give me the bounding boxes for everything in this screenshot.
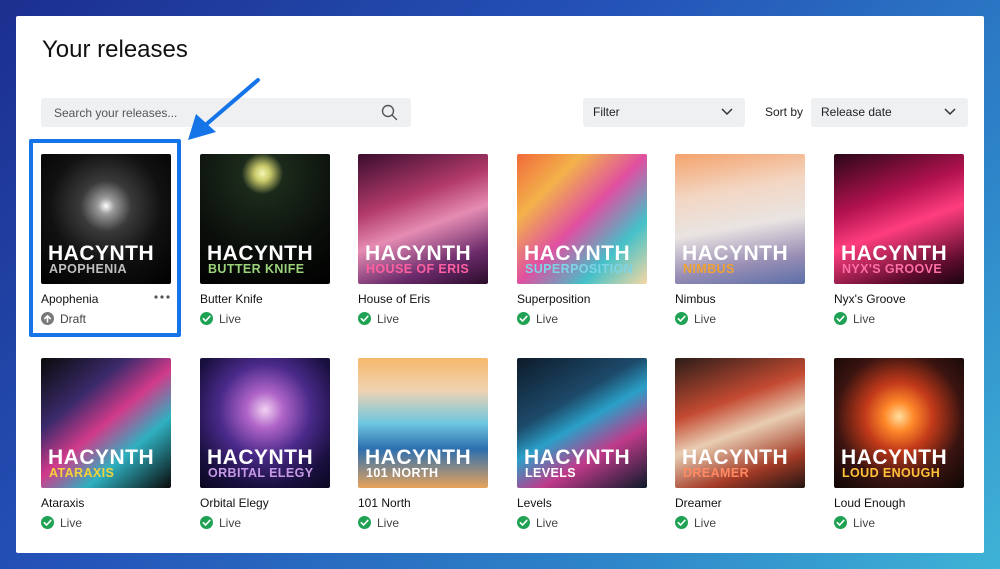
release-title[interactable]: Superposition: [517, 292, 590, 306]
release-artwork[interactable]: HACYNTH SUPERPOSITION: [517, 154, 647, 284]
release-title[interactable]: Nimbus: [675, 292, 716, 306]
release-card[interactable]: HACYNTH NYX'S GROOVE Nyx's Groove Live: [834, 154, 964, 329]
artwork-subtitle: BUTTER KNIFE: [208, 262, 305, 276]
chevron-down-icon: [944, 108, 956, 116]
artwork-brand: HACYNTH: [682, 242, 789, 265]
artwork-brand: HACYNTH: [841, 242, 948, 265]
release-card[interactable]: HACYNTH DREAMER Dreamer Live: [675, 358, 805, 533]
pointer-arrow-icon: [188, 78, 260, 140]
check-circle-icon: [517, 312, 530, 325]
release-title[interactable]: Levels: [517, 496, 552, 510]
artwork-brand: HACYNTH: [524, 446, 631, 469]
release-card[interactable]: HACYNTH ATARAXIS Ataraxis Live: [41, 358, 171, 533]
release-card[interactable]: HACYNTH ORBITAL ELEGY Orbital Elegy Live: [200, 358, 330, 533]
releases-panel: Your releases Filter Sort by Release dat…: [16, 16, 984, 553]
filter-dropdown[interactable]: Filter: [583, 98, 745, 127]
release-card[interactable]: HACYNTH NIMBUS Nimbus Live: [675, 154, 805, 329]
release-title[interactable]: 101 North: [358, 496, 411, 510]
check-circle-icon: [517, 516, 530, 529]
release-title[interactable]: Orbital Elegy: [200, 496, 269, 510]
status-label: Live: [536, 312, 559, 326]
artwork-brand: HACYNTH: [365, 446, 472, 469]
release-artwork[interactable]: HACYNTH HOUSE OF ERIS: [358, 154, 488, 284]
page-title: Your releases: [42, 36, 188, 63]
check-circle-icon: [834, 516, 847, 529]
release-card[interactable]: HACYNTH LEVELS Levels Live: [517, 358, 647, 533]
release-title[interactable]: House of Eris: [358, 292, 430, 306]
check-circle-icon: [358, 516, 371, 529]
release-artwork[interactable]: HACYNTH NIMBUS: [675, 154, 805, 284]
search-icon[interactable]: [381, 104, 398, 121]
sort-dropdown[interactable]: Release date: [811, 98, 968, 127]
check-circle-icon: [200, 516, 213, 529]
release-title[interactable]: Nyx's Groove: [834, 292, 906, 306]
check-circle-icon: [41, 516, 54, 529]
release-artwork[interactable]: HACYNTH BUTTER KNIFE: [200, 154, 330, 284]
status-label: Live: [377, 516, 400, 530]
status-label: Live: [853, 312, 876, 326]
sort-label: Sort by: [765, 105, 804, 119]
artwork-subtitle: ORBITAL ELEGY: [208, 466, 314, 480]
release-card[interactable]: HACYNTH BUTTER KNIFE Butter Knife Live: [200, 154, 330, 329]
sort-value: Release date: [821, 105, 892, 119]
artwork-subtitle: DREAMER: [683, 466, 749, 480]
check-circle-icon: [675, 516, 688, 529]
status-label: Live: [219, 516, 242, 530]
artwork-brand: HACYNTH: [48, 242, 155, 265]
more-options-icon[interactable]: [153, 292, 171, 302]
artwork-subtitle: ATARAXIS: [49, 466, 115, 480]
status-label: Draft: [60, 312, 87, 326]
status-label: Live: [694, 312, 717, 326]
release-title[interactable]: Loud Enough: [834, 496, 905, 510]
release-title[interactable]: Butter Knife: [200, 292, 263, 306]
status-label: Live: [377, 312, 400, 326]
upload-icon: [41, 312, 54, 325]
artwork-subtitle: NIMBUS: [683, 262, 735, 276]
artwork-subtitle: APOPHENIA: [49, 262, 127, 276]
status-label: Live: [60, 516, 83, 530]
check-circle-icon: [200, 312, 213, 325]
artwork-brand: HACYNTH: [48, 446, 155, 469]
artwork-subtitle: LEVELS: [525, 466, 577, 480]
release-artwork[interactable]: HACYNTH 101 NORTH: [358, 358, 488, 488]
status-label: Live: [853, 516, 876, 530]
release-artwork[interactable]: HACYNTH ORBITAL ELEGY: [200, 358, 330, 488]
release-card[interactable]: HACYNTH LOUD ENOUGH Loud Enough Live: [834, 358, 964, 533]
release-artwork[interactable]: HACYNTH LEVELS: [517, 358, 647, 488]
check-circle-icon: [358, 312, 371, 325]
check-circle-icon: [675, 312, 688, 325]
release-card[interactable]: HACYNTH SUPERPOSITION Superposition Live: [517, 154, 647, 329]
release-card[interactable]: HACYNTH APOPHENIA Apophenia Draft: [41, 154, 171, 329]
artwork-subtitle: HOUSE OF ERIS: [366, 262, 470, 276]
status-label: Live: [536, 516, 559, 530]
release-artwork[interactable]: HACYNTH NYX'S GROOVE: [834, 154, 964, 284]
status-label: Live: [694, 516, 717, 530]
artwork-subtitle: SUPERPOSITION: [525, 262, 633, 276]
status-label: Live: [219, 312, 242, 326]
release-artwork[interactable]: HACYNTH APOPHENIA: [41, 154, 171, 284]
artwork-brand: HACYNTH: [365, 242, 472, 265]
check-circle-icon: [834, 312, 847, 325]
release-title[interactable]: Apophenia: [41, 292, 98, 306]
release-card[interactable]: HACYNTH HOUSE OF ERIS House of Eris Live: [358, 154, 488, 329]
release-artwork[interactable]: HACYNTH ATARAXIS: [41, 358, 171, 488]
release-artwork[interactable]: HACYNTH LOUD ENOUGH: [834, 358, 964, 488]
release-card[interactable]: HACYNTH 101 NORTH 101 North Live: [358, 358, 488, 533]
artwork-subtitle: 101 NORTH: [366, 466, 439, 480]
artwork-brand: HACYNTH: [841, 446, 948, 469]
release-artwork[interactable]: HACYNTH DREAMER: [675, 358, 805, 488]
artwork-brand: HACYNTH: [524, 242, 631, 265]
artwork-subtitle: LOUD ENOUGH: [842, 466, 941, 480]
artwork-brand: HACYNTH: [682, 446, 789, 469]
chevron-down-icon: [721, 108, 733, 116]
filter-label: Filter: [593, 105, 620, 119]
release-title[interactable]: Ataraxis: [41, 496, 84, 510]
release-title[interactable]: Dreamer: [675, 496, 722, 510]
artwork-brand: HACYNTH: [207, 242, 314, 265]
artwork-brand: HACYNTH: [207, 446, 314, 469]
artwork-subtitle: NYX'S GROOVE: [842, 262, 943, 276]
